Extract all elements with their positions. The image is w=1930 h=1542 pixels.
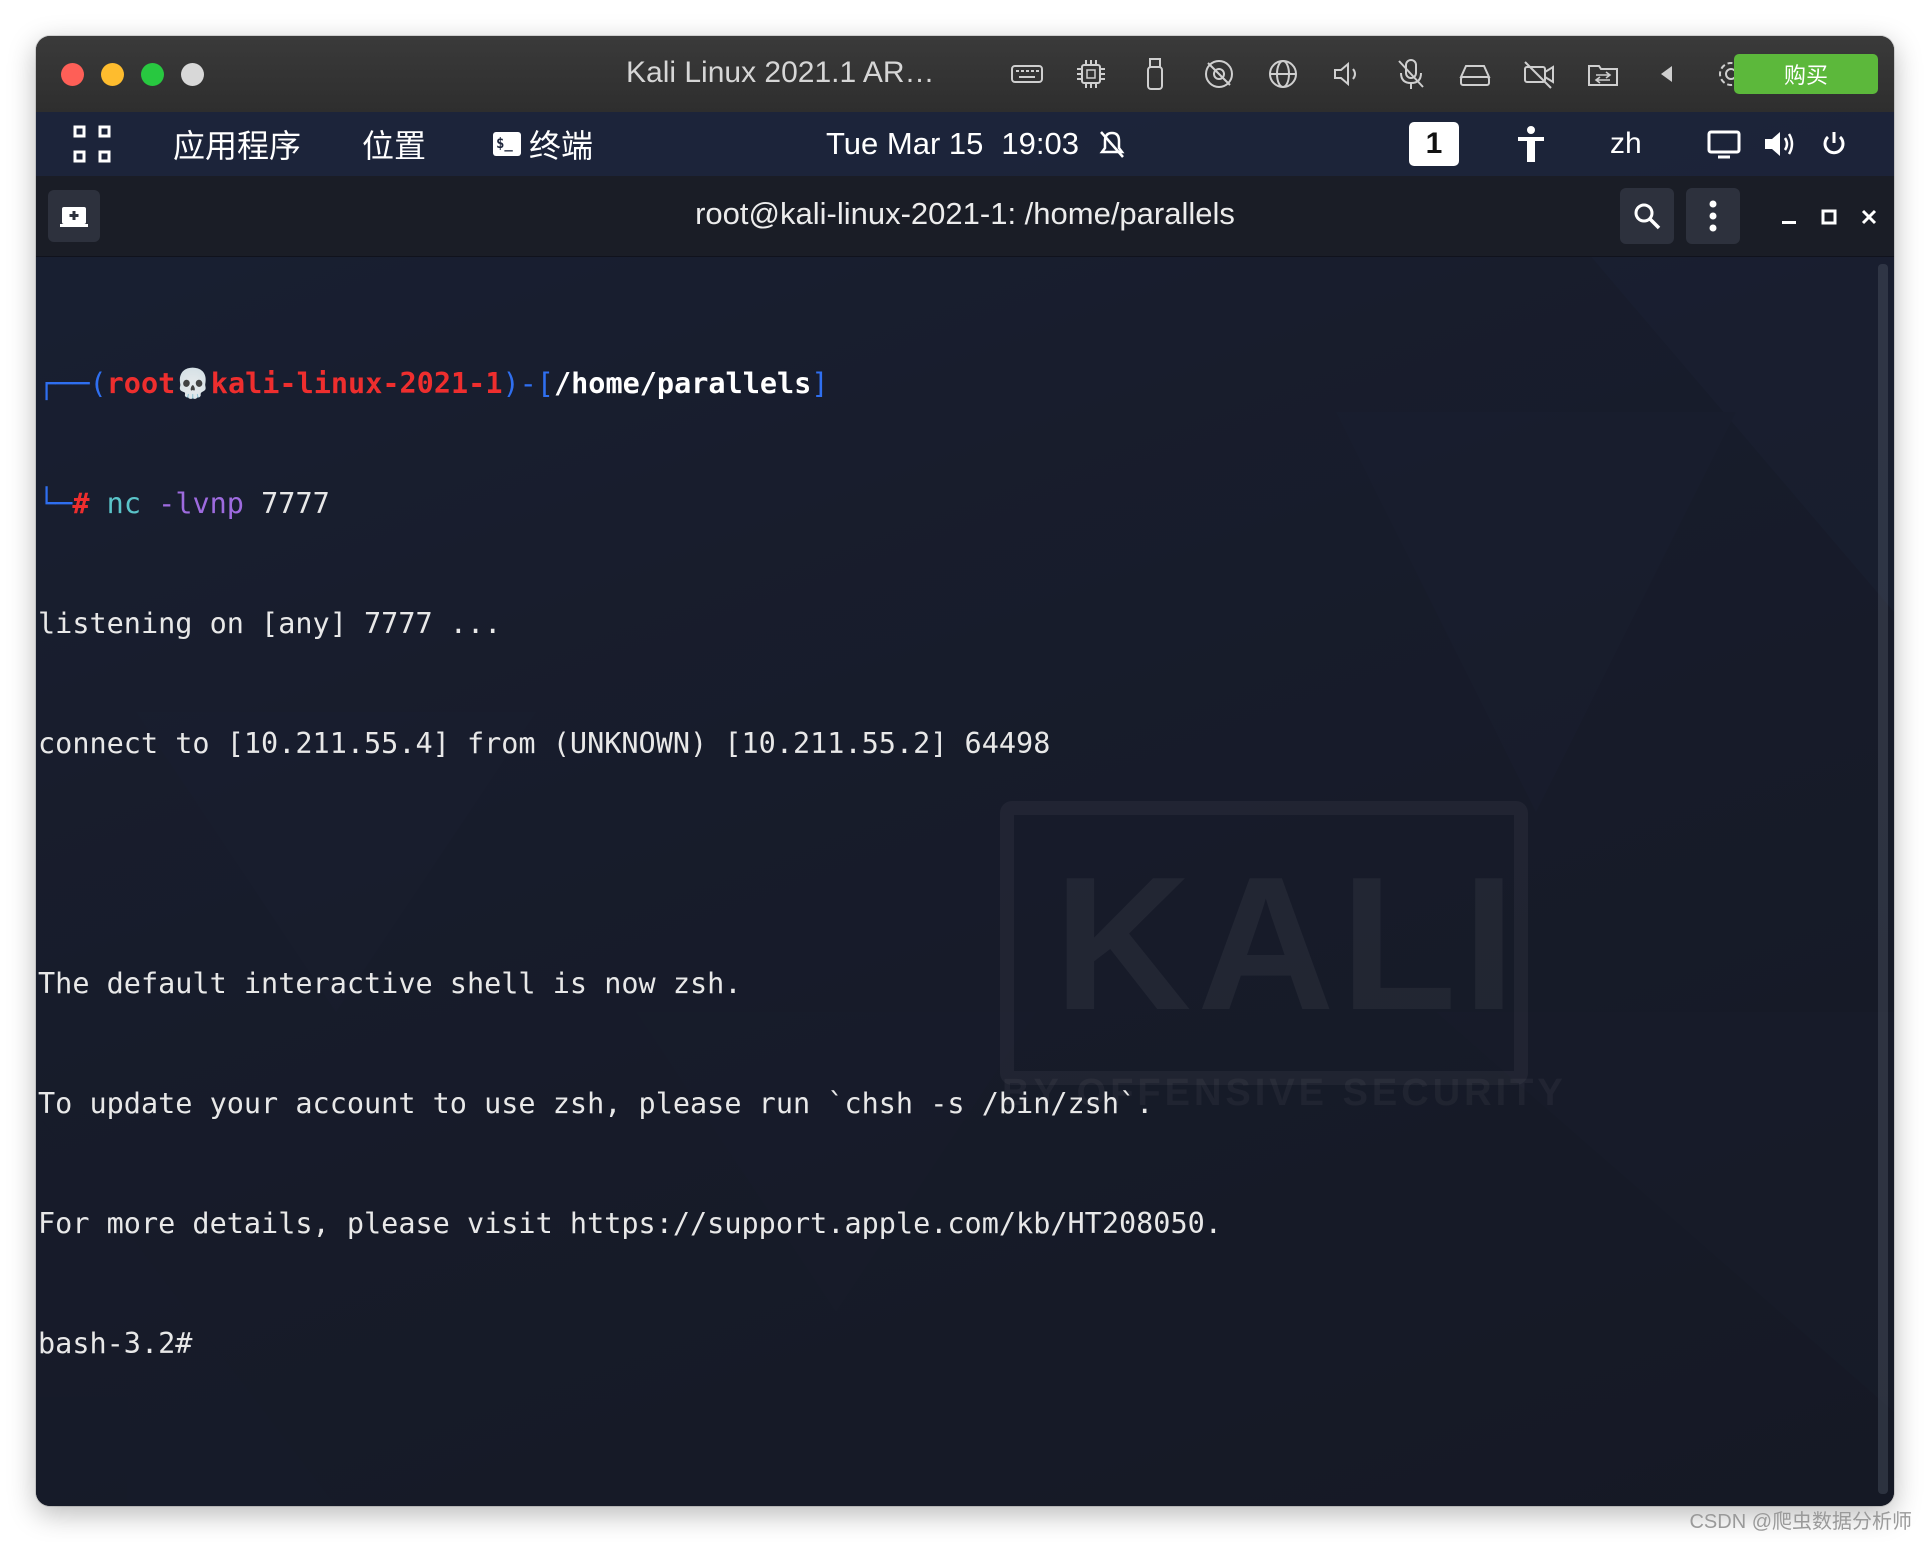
clock-date: Tue Mar 15: [826, 126, 984, 161]
keyboard-icon[interactable]: [1002, 54, 1052, 94]
terminal-menu-button[interactable]: [1686, 188, 1740, 244]
prompt-line-2: └─# nc -lvnp 7777: [38, 484, 1222, 524]
terminal-search-button[interactable]: [1620, 188, 1674, 244]
prompt-host: kali-linux-2021-1: [210, 367, 503, 400]
terminal-scrollbar[interactable]: [1878, 264, 1888, 1494]
extra-window-button[interactable]: [181, 63, 204, 86]
globe-icon[interactable]: [1258, 54, 1308, 94]
shell-prompt: bash-3.2#: [38, 1327, 193, 1360]
close-icon: [1861, 209, 1877, 225]
buy-button[interactable]: 购买: [1734, 54, 1878, 94]
output-line: The default interactive shell is now zsh…: [38, 967, 742, 1000]
prompt-mid: )-[: [502, 367, 554, 400]
mac-title-bar: Kali Linux 2021.1 AR… 购买: [36, 36, 1894, 112]
input-language[interactable]: zh: [1610, 112, 1642, 176]
clock[interactable]: Tue Mar 15 19:03: [826, 112, 1127, 176]
app-grid-icon[interactable]: [72, 112, 112, 176]
accessibility-icon[interactable]: [1514, 112, 1548, 176]
terminal-header-bar: root@kali-linux-2021-1: /home/parallels: [36, 176, 1894, 257]
applications-menu[interactable]: 应用程序: [173, 112, 301, 176]
prompt-corner: └─: [38, 487, 73, 520]
kali-desktop: 应用程序 位置 $_ 终端 Tue Mar 15 19:03 1 zh root…: [36, 112, 1894, 1506]
terminal-lines: ┌──(root💀kali-linux-2021-1)-[/home/paral…: [38, 284, 1222, 1444]
gnome-top-panel: 应用程序 位置 $_ 终端 Tue Mar 15 19:03 1 zh: [36, 112, 1894, 176]
prompt-user: root: [106, 367, 176, 400]
maximize-icon: [1821, 209, 1837, 225]
shared-folder-icon[interactable]: [1578, 54, 1628, 94]
zoom-window-button[interactable]: [141, 63, 164, 86]
usb-icon[interactable]: [1130, 54, 1180, 94]
system-tray[interactable]: [1706, 112, 1850, 176]
terminal-close-button[interactable]: [1854, 202, 1884, 232]
drive-icon[interactable]: [1450, 54, 1500, 94]
video-off-icon[interactable]: [1514, 54, 1564, 94]
terminal-maximize-button[interactable]: [1814, 202, 1844, 232]
speaker-icon[interactable]: [1322, 54, 1372, 94]
notifications-off-icon: [1099, 131, 1125, 158]
volume-icon: [1765, 132, 1794, 156]
command-flag: -lvnp: [158, 487, 244, 520]
search-icon: [1634, 203, 1661, 230]
output-line: To update your account to use zsh, pleas…: [38, 1087, 1154, 1120]
places-menu[interactable]: 位置: [362, 112, 426, 176]
prompt-skull: 💀: [175, 367, 211, 400]
terminal-window: root@kali-linux-2021-1: /home/parallels: [36, 176, 1894, 1506]
terminal-menu[interactable]: $_ 终端: [493, 112, 593, 176]
cpu-icon[interactable]: [1066, 54, 1116, 94]
vm-toolbar: [1002, 54, 1756, 94]
close-window-button[interactable]: [61, 63, 84, 86]
output-line: connect to [10.211.55.4] from (UNKNOWN) …: [38, 727, 1051, 760]
terminal-minimize-button[interactable]: [1774, 202, 1804, 232]
kebab-menu-icon: [1709, 200, 1717, 232]
clock-time: 19:03: [1001, 126, 1079, 161]
microphone-off-icon[interactable]: [1386, 54, 1436, 94]
prompt-line-1: ┌──(root💀kali-linux-2021-1)-[/home/paral…: [38, 364, 1222, 404]
minimize-window-button[interactable]: [101, 63, 124, 86]
minimize-icon: [1782, 221, 1796, 224]
display-icon: [1707, 130, 1741, 159]
prompt-close: ]: [811, 367, 829, 400]
output-line: listening on [any] 7777 ...: [38, 607, 502, 640]
command-name: nc: [106, 487, 141, 520]
csdn-watermark: CSDN @爬虫数据分析师: [1689, 1511, 1912, 1533]
command-arg: 7777: [261, 487, 330, 520]
terminal-app-icon: $_: [493, 132, 521, 156]
terminal-output-area[interactable]: KALI BY OFFENSIVE SECURITY ┌──(root💀kali…: [36, 256, 1894, 1506]
power-icon: [1823, 132, 1845, 155]
window-title: Kali Linux 2021.1 AR…: [626, 56, 935, 89]
output-line: For more details, please visit https://s…: [38, 1207, 1222, 1240]
prompt-open: ┌──(: [38, 367, 107, 400]
parallels-window: Kali Linux 2021.1 AR… 购买 应用程序 位置 $_ 终端 T…: [36, 36, 1894, 1506]
terminal-title: root@kali-linux-2021-1: /home/parallels: [695, 196, 1235, 231]
workspace-indicator[interactable]: 1: [1409, 122, 1459, 166]
prompt-path: /home/parallels: [553, 367, 812, 400]
prompt-hash: #: [72, 487, 90, 520]
back-arrow-icon[interactable]: [1642, 54, 1692, 94]
camera-off-icon[interactable]: [1194, 54, 1244, 94]
terminal-menu-label: 终端: [529, 128, 594, 164]
